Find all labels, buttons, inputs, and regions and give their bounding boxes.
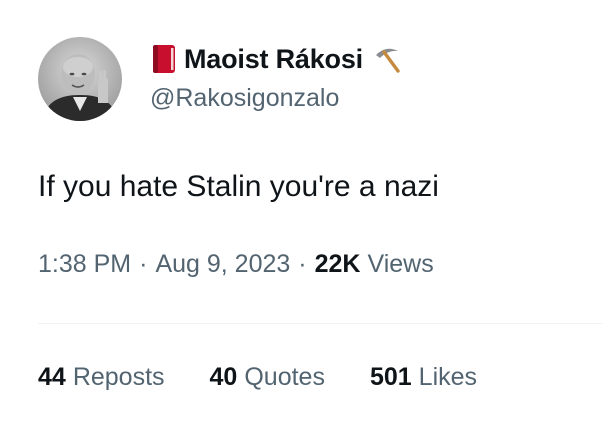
tweet-card: Maoist Rákosi @Rakosigonzalo If you hate… [0,0,603,433]
quotes-label: Quotes [244,363,325,391]
divider [38,323,603,324]
user-handle[interactable]: @Rakosigonzalo [150,84,339,113]
tweet-time[interactable]: 1:38 PM [38,250,131,279]
likes-count: 501 [369,363,412,391]
red-book-icon [150,44,178,74]
views-count: 22K [314,250,361,278]
likes-stat[interactable]: 501 Likes [370,363,477,392]
tweet-text: If you hate Stalin you're a nazi [38,170,439,203]
quotes-stat[interactable]: 40 Quotes [210,363,325,392]
likes-label: Likes [418,363,478,391]
avatar[interactable] [38,37,122,121]
separator-dot: · [298,250,307,278]
display-name[interactable]: Maoist Rákosi [184,44,363,75]
reposts-label: Reposts [72,363,165,391]
avatar-photo [38,37,122,121]
reposts-stat[interactable]: 44 Reposts [38,363,165,392]
views-label: Views [367,250,434,278]
engagement-stats: 44 Reposts 40 Quotes 501 Likes [38,363,522,392]
reposts-count: 44 [38,363,66,391]
user-name-row[interactable]: Maoist Rákosi [150,42,401,76]
pick-icon [369,44,401,74]
separator-dot: · [139,250,148,278]
tweet-meta: 1:38 PM · Aug 9, 2023 · 22K Views [38,250,434,279]
quotes-count: 40 [209,363,238,391]
tweet-date[interactable]: Aug 9, 2023 [155,250,290,279]
